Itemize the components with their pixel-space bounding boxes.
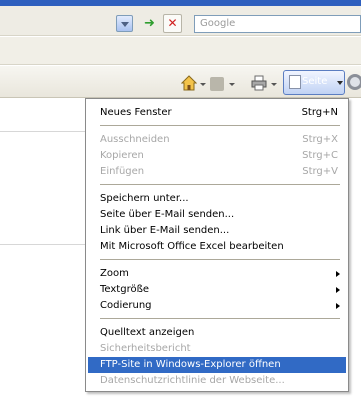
feed-chevron-down-icon[interactable] [229, 83, 235, 86]
menu-item-label: Textgröße [100, 284, 150, 295]
menu-item-send-page-email[interactable]: Seite über E-Mail senden... [88, 207, 346, 223]
menu-item-paste[interactable]: Einfügen Strg+V [88, 164, 346, 180]
menu-item-label: Einfügen [100, 166, 145, 177]
menu-separator [100, 125, 340, 126]
menu-item-open-ftp-explorer[interactable]: FTP-Site in Windows-Explorer öffnen [88, 357, 346, 373]
content-divider [0, 131, 95, 132]
search-input[interactable]: Google [194, 15, 361, 33]
menu-separator [100, 318, 340, 319]
address-bar-row: ➜ ✕ Google [0, 6, 361, 36]
menu-item-label: Speichern unter... [100, 193, 189, 204]
page-icon [289, 75, 301, 89]
menu-item-label: Zoom [100, 268, 129, 279]
gear-icon[interactable] [347, 74, 361, 90]
menu-item-label: Datenschutzrichtlinie der Webseite... [100, 375, 285, 386]
menu-item-copy[interactable]: Kopieren Strg+C [88, 148, 346, 164]
menu-item-zoom[interactable]: Zoom [88, 266, 346, 282]
stop-icon[interactable]: ✕ [163, 14, 182, 33]
menu-item-shortcut: Strg+X [302, 134, 338, 145]
menu-item-encoding[interactable]: Codierung [88, 298, 346, 314]
menu-item-shortcut: Strg+C [302, 150, 338, 161]
menu-item-label: Sicherheitsbericht [100, 343, 191, 354]
submenu-arrow-icon [336, 271, 340, 277]
menu-separator [100, 259, 340, 260]
menu-item-label: Codierung [100, 300, 152, 311]
menu-item-view-source[interactable]: Quelltext anzeigen [88, 325, 346, 341]
menu-item-privacy-policy[interactable]: Datenschutzrichtlinie der Webseite... [88, 373, 346, 389]
menu-item-label: Quelltext anzeigen [100, 327, 195, 338]
address-dropdown-chevron-down-icon[interactable] [116, 15, 133, 32]
menu-separator [100, 184, 340, 185]
submenu-arrow-icon [336, 287, 340, 293]
feed-icon[interactable] [210, 77, 224, 91]
menu-item-label: Seite über E-Mail senden... [100, 209, 235, 220]
menu-item-label: Ausschneiden [100, 134, 170, 145]
page-button-label: Seite [302, 76, 328, 87]
menu-item-send-link-email[interactable]: Link über E-Mail senden... [88, 223, 346, 239]
home-chevron-down-icon[interactable] [200, 83, 206, 86]
home-icon[interactable] [181, 75, 197, 91]
menu-item-label: Neues Fenster [100, 107, 172, 118]
menu-item-save-as[interactable]: Speichern unter... [88, 191, 346, 207]
content-divider [0, 244, 95, 245]
menu-item-shortcut: Strg+V [302, 166, 338, 177]
menu-item-edit-excel[interactable]: Mit Microsoft Office Excel bearbeiten [88, 239, 346, 255]
menu-item-label: Mit Microsoft Office Excel bearbeiten [100, 241, 284, 252]
menu-item-text-size[interactable]: Textgröße [88, 282, 346, 298]
page-menu: Neues Fenster Strg+N Ausschneiden Strg+X… [85, 98, 349, 392]
menu-item-shortcut: Strg+N [301, 107, 338, 118]
menu-item-label: FTP-Site in Windows-Explorer öffnen [100, 359, 281, 370]
menu-item-label: Kopieren [100, 150, 144, 161]
menu-item-security-report[interactable]: Sicherheitsbericht [88, 341, 346, 357]
menu-item-cut[interactable]: Ausschneiden Strg+X [88, 132, 346, 148]
print-icon[interactable] [251, 75, 267, 91]
go-icon[interactable]: ➜ [140, 14, 159, 33]
menu-item-new-window[interactable]: Neues Fenster Strg+N [88, 105, 346, 121]
submenu-arrow-icon [336, 303, 340, 309]
menu-item-label: Link über E-Mail senden... [100, 225, 230, 236]
links-bar [0, 37, 361, 65]
page-chevron-down-icon[interactable] [337, 81, 343, 85]
print-chevron-down-icon[interactable] [271, 83, 277, 86]
